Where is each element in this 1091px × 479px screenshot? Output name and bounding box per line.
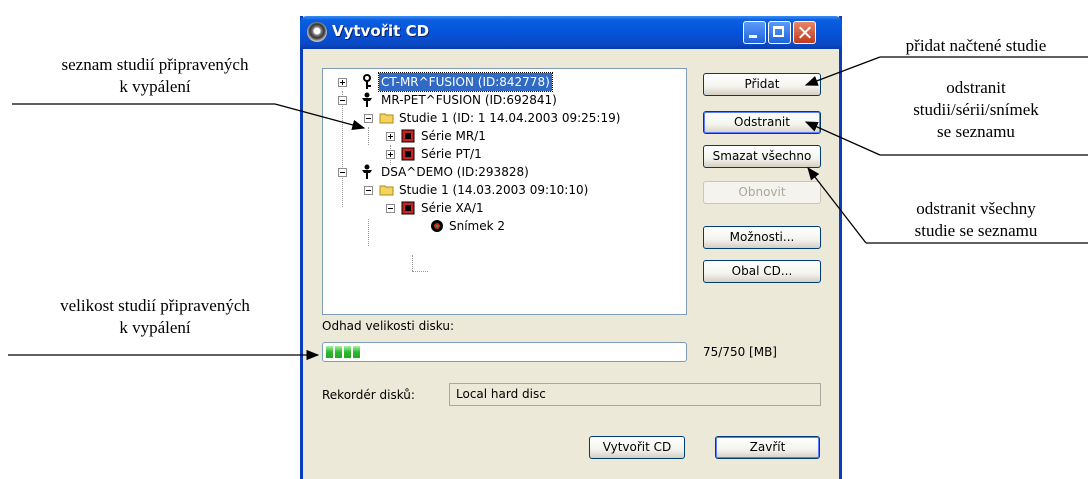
recorder-label: Rekordér disků: bbox=[322, 388, 415, 402]
annotation-study-size-line1: velikost studií připravených bbox=[60, 296, 250, 315]
annotation-remove-line3: se seznamu bbox=[937, 122, 1015, 141]
add-button[interactable]: Přidat bbox=[703, 73, 821, 96]
annotation-remove-line2: studii/sérii/snímek bbox=[913, 100, 1039, 119]
recorder-field: Local hard disc bbox=[449, 383, 821, 406]
tree-item-series[interactable]: Série MR/1 bbox=[323, 127, 683, 145]
series-icon bbox=[401, 129, 415, 143]
progress-segment bbox=[326, 346, 333, 358]
annotation-remove-line1: odstranit bbox=[946, 78, 1006, 97]
expand-icon[interactable] bbox=[386, 132, 395, 141]
tree-item-patient[interactable]: CT-MR^FUSION (ID:842778) bbox=[323, 72, 683, 92]
close-button[interactable]: Zavřít bbox=[715, 436, 820, 459]
patient-key-icon bbox=[363, 74, 371, 89]
annotation-clear-line2: studie se seznamu bbox=[914, 221, 1038, 240]
collapse-icon[interactable] bbox=[338, 168, 347, 177]
cd-cover-button[interactable]: Obal CD... bbox=[703, 260, 821, 283]
disk-size-text: 75/750 [MB] bbox=[703, 345, 777, 359]
annotation-study-size-line2: k vypálení bbox=[119, 318, 191, 337]
study-tree[interactable]: CT-MR^FUSION (ID:842778) MR-PET^FUSION (… bbox=[322, 68, 687, 315]
collapse-icon[interactable] bbox=[338, 96, 347, 105]
tree-item-label: Studie 1 (14.03.2003 09:10:10) bbox=[399, 183, 589, 197]
disk-estimate-label: Odhad velikosti disku: bbox=[322, 319, 455, 333]
collapse-icon[interactable] bbox=[364, 114, 373, 123]
tree-item-label: CT-MR^FUSION (ID:842778) bbox=[378, 72, 553, 92]
tree-item-label: Série PT/1 bbox=[421, 147, 482, 161]
minimize-button[interactable] bbox=[743, 21, 766, 44]
tree-item-label: Série MR/1 bbox=[421, 129, 486, 143]
series-icon bbox=[401, 201, 415, 215]
folder-icon bbox=[379, 113, 394, 124]
title-bar[interactable]: Vytvořit CD bbox=[300, 16, 842, 49]
collapse-icon[interactable] bbox=[364, 186, 373, 195]
folder-icon bbox=[379, 185, 394, 196]
image-icon bbox=[431, 220, 443, 232]
cd-disc-icon bbox=[307, 22, 327, 42]
tree-item-label: Snímek 2 bbox=[449, 219, 506, 233]
create-cd-button[interactable]: Vytvořit CD bbox=[589, 436, 685, 459]
annotation-study-list-line1: seznam studií připravených bbox=[61, 55, 249, 74]
refresh-button[interactable]: Obnovit bbox=[703, 181, 821, 204]
close-window-button[interactable] bbox=[793, 21, 816, 44]
patient-icon bbox=[362, 164, 372, 179]
tree-item-study[interactable]: Studie 1 (14.03.2003 09:10:10) bbox=[323, 181, 683, 199]
annotation-study-size: velikost studií připravených k vypálení bbox=[10, 295, 300, 339]
annotation-study-list: seznam studií připravených k vypálení bbox=[10, 54, 300, 98]
annotation-add-text: přidat načtené studie bbox=[905, 36, 1047, 55]
tree-item-series[interactable]: Série PT/1 bbox=[323, 145, 683, 163]
tree-item-patient[interactable]: DSA^DEMO (ID:293828) bbox=[323, 163, 683, 181]
expand-icon[interactable] bbox=[386, 150, 395, 159]
tree-item-label: Série XA/1 bbox=[421, 201, 484, 215]
annotation-study-list-line2: k vypálení bbox=[119, 77, 191, 96]
annotation-clear-all: odstranit všechny studie se seznamu bbox=[866, 198, 1086, 242]
tree-item-label: Studie 1 (ID: 1 14.04.2003 09:25:19) bbox=[399, 111, 621, 125]
annotation-remove: odstranit studii/sérii/snímek se seznamu bbox=[866, 77, 1086, 143]
series-icon bbox=[401, 147, 415, 161]
clear-all-button[interactable]: Smazat všechno bbox=[703, 145, 821, 168]
maximize-button[interactable] bbox=[768, 21, 791, 44]
tree-item-series[interactable]: Série XA/1 bbox=[323, 199, 683, 217]
tree-item-label: DSA^DEMO (ID:293828) bbox=[381, 165, 529, 179]
progress-segment bbox=[335, 346, 342, 358]
tree-item-label: MR-PET^FUSION (ID:692841) bbox=[381, 93, 557, 107]
expand-icon[interactable] bbox=[338, 78, 347, 87]
remove-button[interactable]: Odstranit bbox=[703, 111, 821, 134]
annotation-clear-line1: odstranit všechny bbox=[916, 199, 1036, 218]
options-button[interactable]: Možnosti... bbox=[703, 226, 821, 249]
collapse-icon[interactable] bbox=[386, 204, 395, 213]
tree-item-study[interactable]: Studie 1 (ID: 1 14.04.2003 09:25:19) bbox=[323, 109, 683, 127]
disk-usage-progress bbox=[322, 342, 687, 362]
tree-item-image[interactable]: Snímek 2 bbox=[323, 217, 683, 235]
annotation-add: přidat načtené studie bbox=[866, 35, 1086, 57]
tree-item-patient[interactable]: MR-PET^FUSION (ID:692841) bbox=[323, 91, 683, 109]
window-title: Vytvořit CD bbox=[332, 22, 430, 40]
create-cd-dialog: Vytvořit CD CT-MR^FUSION (ID:842778) MR-… bbox=[300, 16, 842, 479]
progress-segment bbox=[353, 346, 360, 358]
patient-icon bbox=[362, 92, 372, 107]
progress-segment bbox=[344, 346, 351, 358]
